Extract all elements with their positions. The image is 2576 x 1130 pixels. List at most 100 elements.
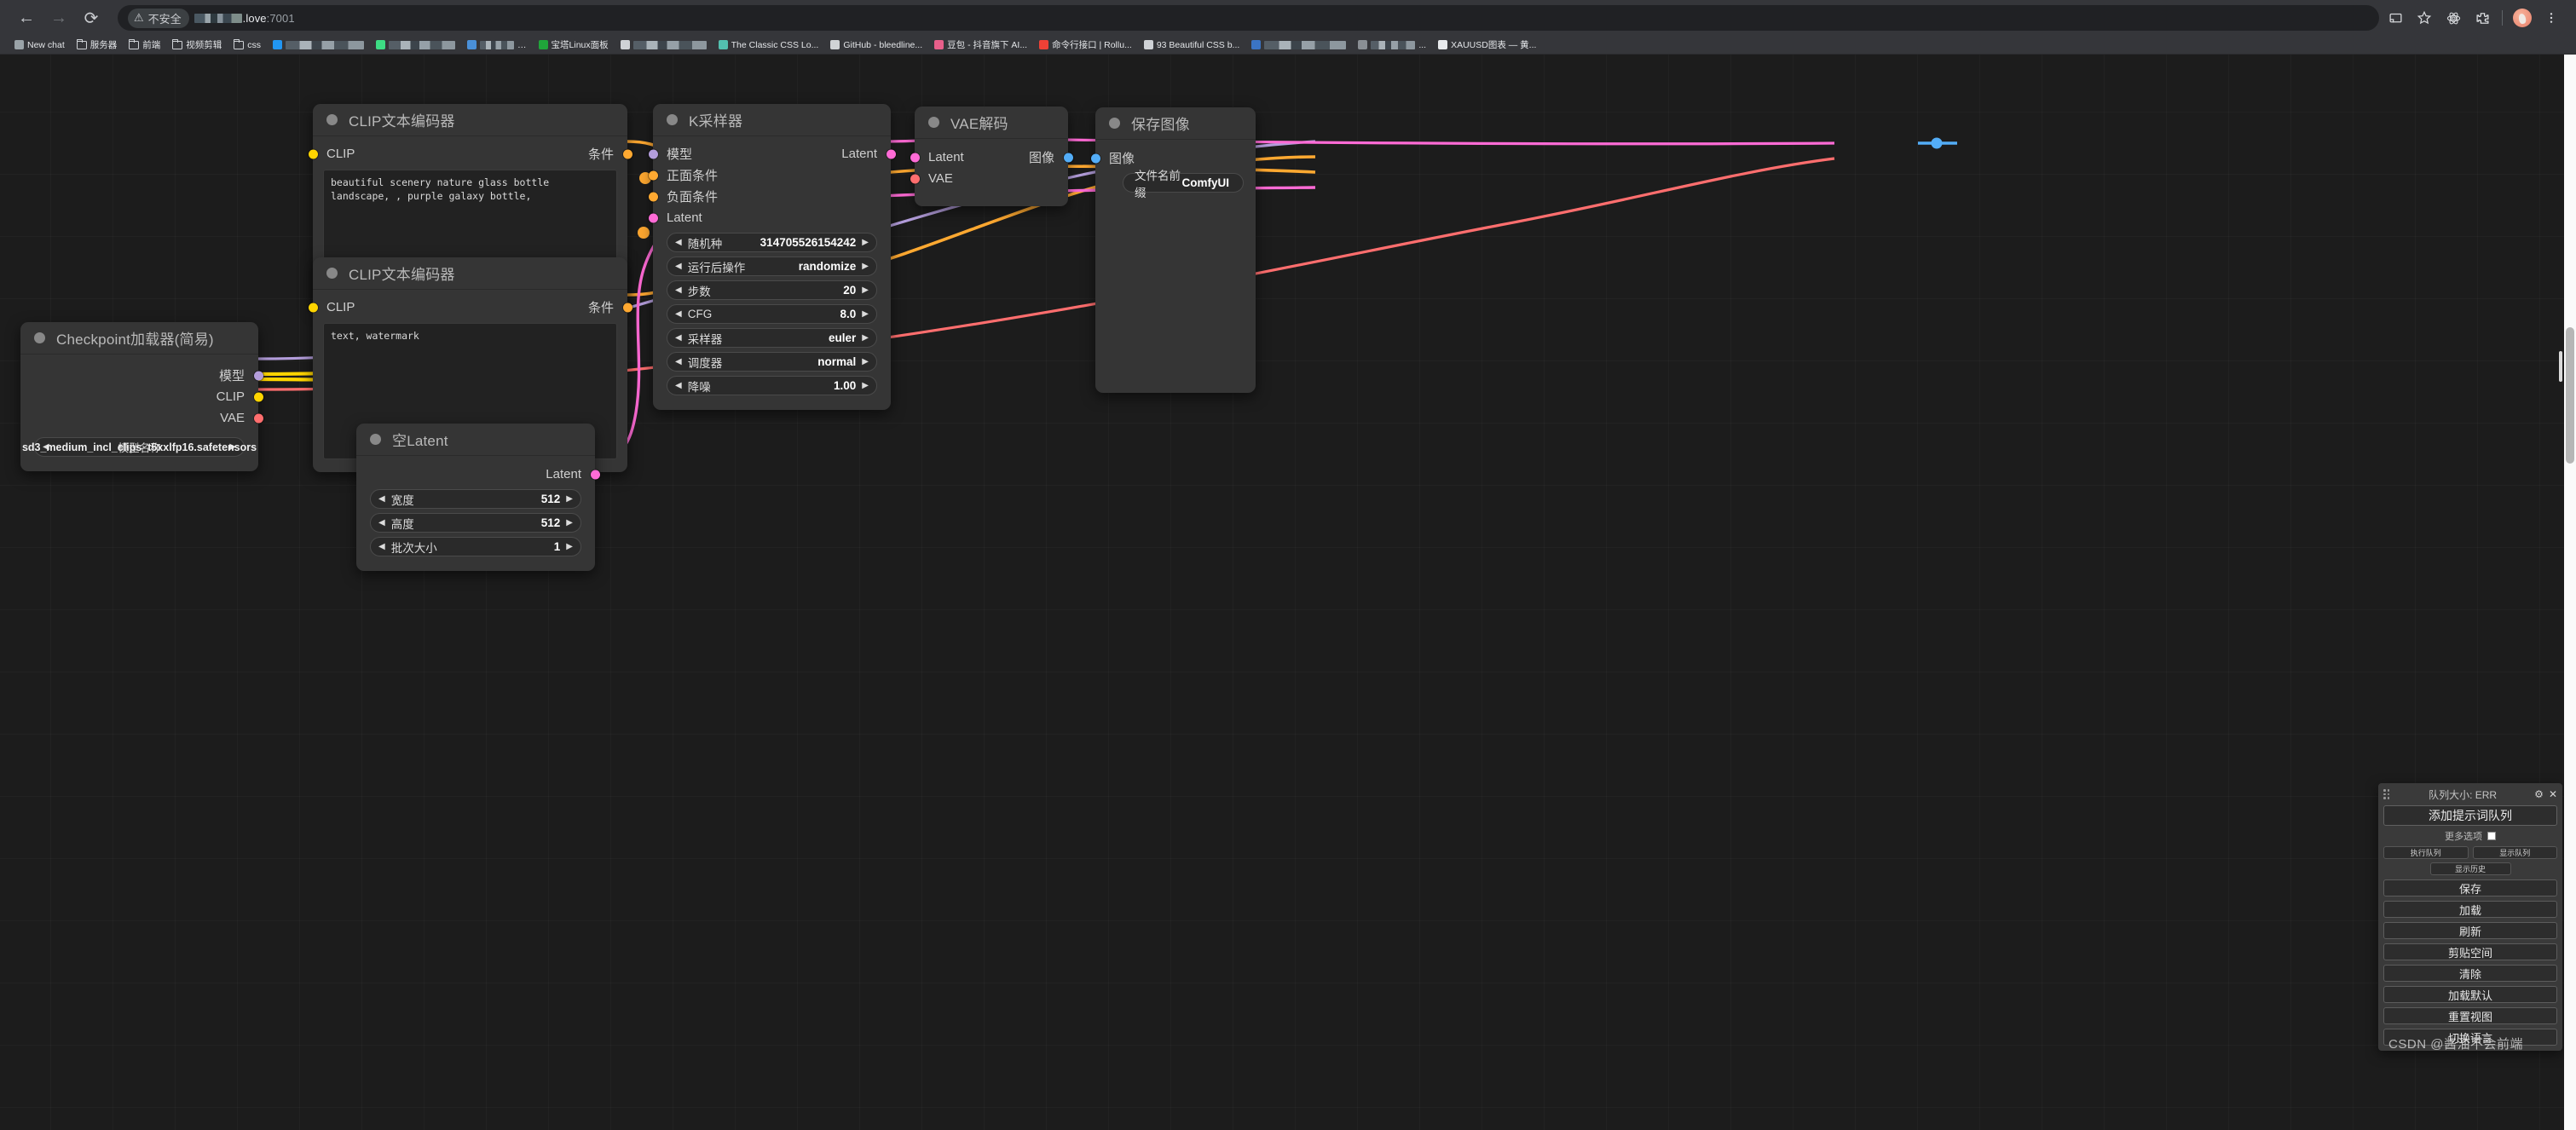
more-menu-icon[interactable] — [2538, 5, 2564, 31]
drag-handle-icon[interactable] — [2383, 789, 2391, 799]
port-model-input[interactable] — [648, 149, 658, 159]
page-scrollbar-thumb[interactable] — [2566, 327, 2574, 464]
widget-next-arrow[interactable]: ▶ — [862, 285, 869, 295]
widget-prev-arrow[interactable]: ◀ — [675, 333, 682, 343]
node-title-bar[interactable]: 空Latent — [356, 424, 595, 456]
slot-row-latent-in[interactable]: Latent — [648, 207, 891, 228]
bookmark-item[interactable]: GitHub - bleedline... — [824, 37, 928, 53]
widget-prev-arrow[interactable]: ◀ — [675, 238, 682, 247]
extra-options-checkbox[interactable] — [2487, 832, 2496, 840]
address-bar[interactable]: ⚠ 不安全 .love:7001 — [118, 5, 2379, 31]
port-latent[interactable] — [590, 470, 600, 479]
widget-scheduler[interactable]: ◀ 调度器 normal ▶ — [667, 352, 877, 372]
menu-button-0[interactable]: 保存 — [2383, 879, 2557, 897]
slot-row-negative[interactable]: 负面条件 — [648, 186, 891, 207]
bookmark-item[interactable] — [615, 37, 713, 53]
bookmark-item[interactable]: css — [228, 37, 267, 53]
output-slot-vae[interactable]: VAE — [20, 407, 263, 429]
output-slot-model[interactable]: 模型 — [20, 365, 263, 386]
widget-sampler-name[interactable]: ◀ 采样器 euler ▶ — [667, 328, 877, 348]
menu-button-5[interactable]: 加载默认 — [2383, 986, 2557, 1003]
node-save-image[interactable]: 保存图像 图像 文件名前缀 ComfyUI — [1090, 107, 1256, 393]
widget-prev-arrow[interactable]: ◀ — [675, 285, 682, 295]
bookmark-item[interactable] — [370, 37, 461, 53]
node-vae-decode[interactable]: VAE解码 Latent 图像 VAE — [910, 107, 1073, 206]
slot-row-vae[interactable]: VAE — [910, 168, 1068, 189]
widget-next-arrow[interactable]: ▶ — [862, 238, 869, 247]
slot-row-clip-cond[interactable]: CLIP 条件 — [308, 297, 632, 318]
menu-button-3[interactable]: 剪贴空间 — [2383, 943, 2557, 960]
run-queue-button[interactable]: 执行队列 — [2383, 846, 2469, 859]
node-title-bar[interactable]: K采样器 — [653, 104, 891, 136]
cast-icon[interactable] — [2383, 5, 2408, 31]
port-image-input[interactable] — [1090, 153, 1100, 163]
slot-row-positive[interactable]: 正面条件 — [648, 164, 891, 186]
menu-button-1[interactable]: 加载 — [2383, 901, 2557, 918]
node-collapse-dot[interactable] — [928, 117, 939, 128]
bookmark-star-icon[interactable] — [2411, 5, 2437, 31]
widget-next-arrow[interactable]: ▶ — [862, 262, 869, 271]
widget-next-arrow[interactable]: ▶ — [862, 357, 869, 366]
port-latent-output[interactable] — [886, 149, 896, 159]
widget-next-arrow[interactable]: ▶ — [566, 542, 573, 551]
widget-control-after-generate[interactable]: ◀ 运行后操作 randomize ▶ — [667, 257, 877, 276]
port-clip[interactable] — [253, 392, 263, 401]
widget-prev-arrow[interactable]: ◀ — [43, 442, 49, 452]
node-title-bar[interactable]: 保存图像 — [1095, 107, 1256, 140]
gear-icon[interactable]: ⚙ — [2534, 788, 2544, 800]
widget-prev-arrow[interactable]: ◀ — [378, 518, 385, 528]
reload-button[interactable]: ⟳ — [77, 3, 106, 32]
widget-steps[interactable]: ◀ 步数 20 ▶ — [667, 280, 877, 300]
node-title-bar[interactable]: Checkpoint加载器(简易) — [20, 322, 258, 355]
widget-width[interactable]: ◀ 宽度 512 ▶ — [370, 489, 581, 509]
port-positive-input[interactable] — [648, 170, 658, 180]
port-image-output[interactable] — [1063, 153, 1073, 162]
widget-next-arrow[interactable]: ▶ — [862, 309, 869, 319]
menu-button-4[interactable]: 清除 — [2383, 965, 2557, 982]
bookmark-item[interactable]: 命令行接口 | Rollu... — [1033, 37, 1138, 53]
bookmark-item[interactable]: 豆包 - 抖音旗下 AI... — [928, 37, 1033, 53]
widget-next-arrow[interactable]: ▶ — [566, 494, 573, 504]
bookmark-item[interactable]: … — [461, 37, 533, 53]
node-collapse-dot[interactable] — [34, 332, 45, 343]
port-conditioning-output[interactable] — [622, 149, 632, 159]
widget-filename-prefix[interactable]: 文件名前缀 ComfyUI — [1123, 170, 1244, 199]
node-checkpoint-loader[interactable]: Checkpoint加载器(简易) 模型 CLIP VAE ◀ 模型名称 sd3… — [20, 322, 263, 471]
widget-next-arrow[interactable]: ▶ — [862, 333, 869, 343]
bookmark-item[interactable] — [267, 37, 370, 53]
port-clip-input[interactable] — [308, 303, 318, 312]
bookmark-item[interactable]: 前端 — [123, 37, 166, 53]
menu-button-6[interactable]: 重置视图 — [2383, 1007, 2557, 1024]
bookmark-item[interactable]: New chat — [9, 37, 71, 53]
widget-seed[interactable]: ◀ 随机种 314705526154242 ▶ — [667, 233, 877, 252]
bookmark-item[interactable]: 视频剪辑 — [166, 37, 228, 53]
widget-prev-arrow[interactable]: ◀ — [675, 357, 682, 366]
widget-prev-arrow[interactable]: ◀ — [378, 542, 385, 551]
output-slot-latent[interactable]: Latent — [356, 464, 600, 485]
widget-prev-arrow[interactable]: ◀ — [675, 262, 682, 271]
extra-options-row[interactable]: 更多选项 — [2383, 829, 2557, 843]
output-slot-clip[interactable]: CLIP — [20, 386, 263, 407]
widget-prev-arrow[interactable]: ◀ — [378, 494, 385, 504]
forward-button[interactable]: → — [44, 3, 73, 32]
widget-denoise[interactable]: ◀ 降噪 1.00 ▶ — [667, 376, 877, 395]
widget-next-arrow[interactable]: ▶ — [566, 518, 573, 528]
port-negative-input[interactable] — [648, 192, 658, 201]
slot-row-clip-cond[interactable]: CLIP 条件 — [308, 143, 632, 164]
extensions-puzzle-icon[interactable] — [2469, 5, 2495, 31]
security-status-chip[interactable]: ⚠ 不安全 — [128, 8, 189, 28]
profile-avatar[interactable] — [2510, 5, 2535, 31]
slot-row-latent-image[interactable]: Latent 图像 — [910, 147, 1073, 168]
port-clip-input[interactable] — [308, 149, 318, 159]
view-queue-button[interactable]: 显示队列 — [2472, 846, 2557, 859]
comfy-menu-panel[interactable]: 队列大小: ERR ⚙ ✕ 添加提示词队列 更多选项 执行队列 显示队列 显示历… — [2378, 783, 2562, 1052]
widget-batch-size[interactable]: ◀ 批次大小 1 ▶ — [370, 537, 581, 556]
widget-height[interactable]: ◀ 高度 512 ▶ — [370, 513, 581, 533]
widget-next-arrow[interactable]: ▶ — [862, 381, 869, 390]
bookmark-item[interactable]: XAUUSD图表 — 黄... — [1432, 37, 1542, 53]
node-empty-latent-image[interactable]: 空Latent Latent ◀ 宽度 512 ▶ ◀ 高度 512 ▶ ◀ 批… — [356, 424, 600, 571]
node-collapse-dot[interactable] — [667, 114, 678, 125]
node-collapse-dot[interactable] — [326, 114, 338, 125]
bookmark-item[interactable] — [1245, 37, 1352, 53]
node-title-bar[interactable]: CLIP文本编码器 — [313, 104, 627, 136]
